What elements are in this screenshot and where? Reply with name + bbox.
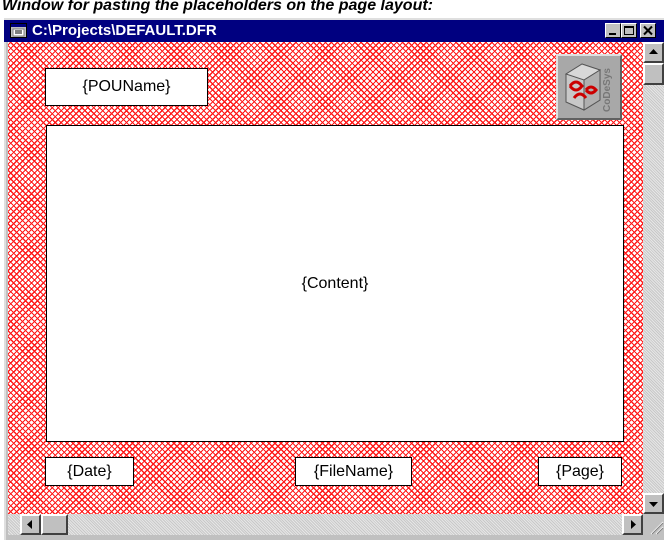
title-bar[interactable]: C:\Projects\DEFAULT.DFR [4,20,664,42]
page-layout-canvas[interactable]: {POUName} CoDeSys {Content} {Date} {File… [8,42,643,514]
figure-caption: Window for pasting the placeholders on t… [2,0,433,14]
vertical-scroll-thumb[interactable] [643,63,664,85]
horizontal-scroll-thumb[interactable] [41,514,68,535]
arrow-left-icon [27,520,32,529]
maximize-button[interactable] [621,23,637,38]
codesys-logo: CoDeSys [556,54,622,120]
scroll-down-button[interactable] [643,493,664,514]
arrow-right-icon [631,520,636,529]
scroll-left-button[interactable] [20,514,41,535]
arrow-up-icon [649,49,658,54]
close-button[interactable] [640,23,656,38]
codesys-logo-icon: CoDeSys [564,63,613,112]
document-window-icon[interactable] [10,23,27,38]
close-icon [643,25,653,36]
pou-name-placeholder[interactable]: {POUName} [45,68,208,106]
maximize-icon [624,26,634,35]
window-title: C:\Projects\DEFAULT.DFR [32,22,217,39]
content-placeholder[interactable]: {Content} [46,125,624,442]
date-placeholder[interactable]: {Date} [45,457,134,486]
minimize-icon [609,33,616,35]
size-grip-icon [650,521,664,535]
page-placeholder[interactable]: {Page} [538,457,622,486]
arrow-down-icon [649,502,658,507]
scroll-right-button[interactable] [622,514,643,535]
horizontal-scrollbar[interactable] [8,514,643,535]
vertical-scrollbar[interactable] [643,42,664,514]
size-grip[interactable] [643,514,664,535]
file-name-placeholder[interactable]: {FileName} [295,457,412,486]
scroll-up-button[interactable] [643,42,664,63]
minimize-button[interactable] [605,23,621,38]
logo-text: CoDeSys [602,68,613,112]
